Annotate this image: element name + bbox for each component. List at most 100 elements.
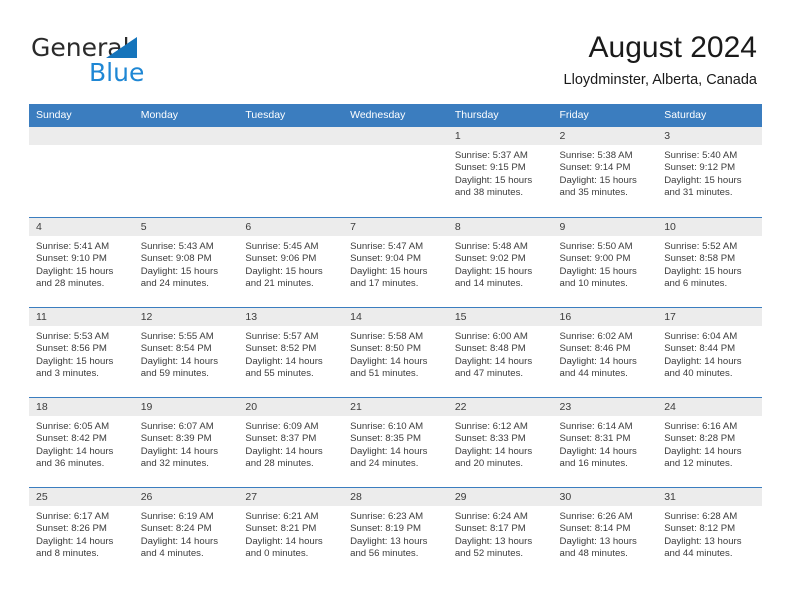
sunrise-time: Sunrise: 5:43 AM [140,241,214,252]
calendar-day-cell[interactable]: 9 Sunrise: 5:50 AM Sunset: 9:00 PM Daylight… [552,217,658,308]
day-details: Sunrise: 6:14 AM Sunset: 8:31 PM Daylight:… [553,416,658,471]
day-details: Sunrise: 6:05 AM Sunset: 8:42 PM Daylight:… [29,416,134,471]
calendar-day-cell[interactable]: 11 Sunrise: 5:53 AM Sunset: 8:56 PM Dayligh… [29,307,134,398]
calendar-day-cell[interactable]: 8 Sunrise: 5:48 AM Sunset: 9:02 PM Daylight… [447,217,553,308]
calendar-day-cell[interactable]: 21 Sunrise: 6:10 AM Sunset: 8:35 PM Dayligh… [343,397,448,488]
daylight-duration-line2: and 48 minutes. [559,548,628,560]
sunset-time: Sunset: 9:04 PM [350,253,422,265]
sunset-time: Sunset: 9:10 PM [36,253,107,265]
sunset-time: Sunset: 8:14 PM [559,523,631,535]
daylight-duration-line1: Daylight: 14 hours [140,445,219,457]
day-number: 26 [133,488,239,506]
day-number: 9 [552,218,658,236]
daylight-duration-line2: and 20 minutes. [454,458,524,470]
day-details: Sunrise: 6:02 AM Sunset: 8:46 PM Daylight:… [553,326,658,381]
sunrise-time: Sunrise: 6:23 AM [350,511,424,522]
calendar-day-cell[interactable]: 18 Sunrise: 6:05 AM Sunset: 8:42 PM Dayligh… [29,397,134,488]
calendar-day-cell[interactable]: 26 Sunrise: 6:19 AM Sunset: 8:24 PM Dayligh… [133,487,239,578]
sunrise-time: Sunrise: 5:52 AM [664,241,738,252]
calendar-day-cell[interactable]: 14 Sunrise: 5:58 AM Sunset: 8:50 PM Dayligh… [343,307,448,398]
sunrise-time: Sunrise: 6:12 AM [454,421,528,432]
calendar-day-cell[interactable]: 30 Sunrise: 6:26 AM Sunset: 8:14 PM Dayligh… [552,487,658,578]
sunrise-time: Sunrise: 6:26 AM [559,511,633,522]
calendar-day-cell[interactable]: 1 Sunrise: 5:37 AM Sunset: 9:15 PM Daylight… [447,126,553,218]
daylight-duration-line2: and 36 minutes. [36,458,105,470]
day-number: 13 [238,308,344,326]
daylight-duration-line1: Daylight: 15 hours [559,265,637,277]
calendar-day-cell[interactable]: 10 Sunrise: 5:52 AM Sunset: 8:58 PM Dayligh… [657,217,762,308]
sunset-time: Sunset: 8:28 PM [664,433,736,445]
daylight-duration-line1: Daylight: 15 hours [664,265,742,277]
day-number [29,127,134,145]
sunrise-time: Sunrise: 6:09 AM [245,421,319,432]
calendar-day-cell[interactable]: 29 Sunrise: 6:24 AM Sunset: 8:17 PM Dayligh… [447,487,553,578]
daylight-duration-line1: Daylight: 15 hours [454,174,533,186]
sunrise-sunset-calendar: Sunday Monday Tuesday Wednesday Thursday… [29,104,762,578]
sunset-time: Sunset: 9:15 PM [454,162,526,174]
calendar-day-cell[interactable]: 3 Sunrise: 5:40 AM Sunset: 9:12 PM Daylight… [657,126,762,218]
sunset-time: Sunset: 9:06 PM [245,253,317,265]
daylight-duration-line1: Daylight: 13 hours [454,535,533,547]
sunrise-time: Sunrise: 5:38 AM [559,150,633,161]
daylight-duration-line1: Daylight: 14 hours [559,445,637,457]
daylight-duration-line1: Daylight: 15 hours [350,265,428,277]
daylight-duration-line1: Daylight: 14 hours [245,535,323,547]
day-number: 18 [29,398,134,416]
sunset-time: Sunset: 8:46 PM [559,343,631,355]
calendar-day-cell-empty [133,126,239,218]
day-number: 29 [447,488,553,506]
daylight-duration-line2: and 12 minutes. [664,458,733,470]
daylight-duration-line1: Daylight: 13 hours [559,535,637,547]
page-header: General Blue August 2024 Lloydminster, A… [0,0,792,103]
weekday-header-monday: Monday [133,104,239,127]
calendar-day-cell[interactable]: 2 Sunrise: 5:38 AM Sunset: 9:14 PM Daylight… [552,126,658,218]
sunrise-time: Sunrise: 5:47 AM [350,241,424,252]
calendar-day-cell[interactable]: 22 Sunrise: 6:12 AM Sunset: 8:33 PM Dayligh… [447,397,553,488]
sunset-time: Sunset: 8:33 PM [454,433,526,445]
sunrise-time: Sunrise: 5:37 AM [454,150,528,161]
calendar-day-cell[interactable]: 31 Sunrise: 6:28 AM Sunset: 8:12 PM Dayligh… [657,487,762,578]
daylight-duration-line1: Daylight: 14 hours [559,355,637,367]
calendar-day-cell[interactable]: 5 Sunrise: 5:43 AM Sunset: 9:08 PM Daylight… [133,217,239,308]
daylight-duration-line2: and 21 minutes. [245,278,314,290]
sunrise-time: Sunrise: 6:21 AM [245,511,319,522]
day-number: 1 [447,127,553,145]
day-number: 3 [657,127,762,145]
calendar-day-cell[interactable]: 28 Sunrise: 6:23 AM Sunset: 8:19 PM Dayligh… [343,487,448,578]
day-number: 5 [133,218,239,236]
calendar-day-cell[interactable]: 12 Sunrise: 5:55 AM Sunset: 8:54 PM Dayligh… [133,307,239,398]
calendar-page: General Blue August 2024 Lloydminster, A… [0,0,792,612]
day-number [238,127,344,145]
sunset-time: Sunset: 9:14 PM [559,162,631,174]
calendar-day-cell[interactable]: 19 Sunrise: 6:07 AM Sunset: 8:39 PM Dayligh… [133,397,239,488]
daylight-duration-line1: Daylight: 14 hours [454,355,533,367]
calendar-day-cell[interactable]: 27 Sunrise: 6:21 AM Sunset: 8:21 PM Dayligh… [238,487,344,578]
day-details: Sunrise: 5:38 AM Sunset: 9:14 PM Daylight:… [553,145,658,200]
general-blue-logo[interactable]: General Blue [31,34,231,87]
calendar-day-cell[interactable]: 25 Sunrise: 6:17 AM Sunset: 8:26 PM Dayligh… [29,487,134,578]
day-number: 7 [343,218,448,236]
calendar-day-cell[interactable]: 17 Sunrise: 6:04 AM Sunset: 8:44 PM Dayligh… [657,307,762,398]
weekday-header-wednesday: Wednesday [343,104,448,127]
daylight-duration-line1: Daylight: 15 hours [454,265,533,277]
daylight-duration-line2: and 31 minutes. [664,187,733,199]
calendar-day-cell[interactable]: 15 Sunrise: 6:00 AM Sunset: 8:48 PM Dayligh… [447,307,553,398]
calendar-day-cell[interactable]: 13 Sunrise: 5:57 AM Sunset: 8:52 PM Dayligh… [238,307,344,398]
day-number: 22 [447,398,553,416]
sunrise-time: Sunrise: 6:02 AM [559,331,633,342]
calendar-day-cell[interactable]: 20 Sunrise: 6:09 AM Sunset: 8:37 PM Dayligh… [238,397,344,488]
calendar-day-cell[interactable]: 16 Sunrise: 6:02 AM Sunset: 8:46 PM Dayligh… [552,307,658,398]
calendar-day-cell[interactable]: 23 Sunrise: 6:14 AM Sunset: 8:31 PM Dayligh… [552,397,658,488]
calendar-day-cell[interactable]: 7 Sunrise: 5:47 AM Sunset: 9:04 PM Daylight… [343,217,448,308]
daylight-duration-line1: Daylight: 15 hours [664,174,742,186]
sunset-time: Sunset: 9:02 PM [454,253,526,265]
daylight-duration-line2: and 8 minutes. [36,548,99,560]
day-details: Sunrise: 6:10 AM Sunset: 8:35 PM Daylight:… [343,416,448,471]
calendar-day-cell[interactable]: 4 Sunrise: 5:41 AM Sunset: 9:10 PM Daylight… [29,217,134,308]
calendar-day-cell-empty [238,126,344,218]
day-details: Sunrise: 5:55 AM Sunset: 8:54 PM Daylight:… [134,326,239,381]
daylight-duration-line1: Daylight: 13 hours [664,535,742,547]
calendar-day-cell[interactable]: 24 Sunrise: 6:16 AM Sunset: 8:28 PM Dayligh… [657,397,762,488]
sunset-time: Sunset: 8:52 PM [245,343,317,355]
calendar-day-cell[interactable]: 6 Sunrise: 5:45 AM Sunset: 9:06 PM Daylight… [238,217,344,308]
